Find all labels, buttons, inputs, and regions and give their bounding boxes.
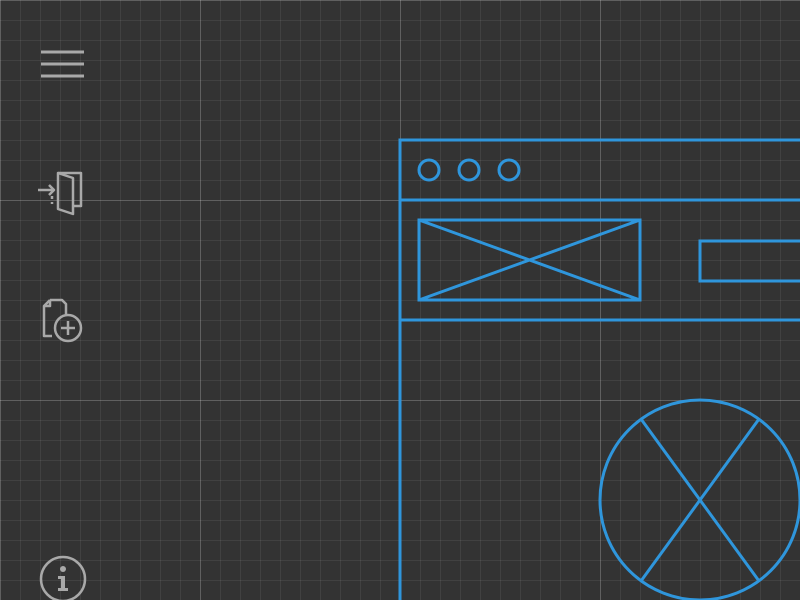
window-frame (398, 138, 800, 600)
new-file-icon (42, 298, 83, 343)
window-dot-2 (457, 158, 481, 182)
menu-button[interactable] (36, 38, 90, 92)
text-field-placeholder (698, 239, 800, 283)
info-icon (39, 555, 87, 600)
info-button[interactable] (36, 550, 90, 600)
wireframe-illustration (398, 138, 800, 600)
new-file-button[interactable] (36, 292, 90, 346)
window-dot-1 (417, 158, 441, 182)
menu-icon (41, 50, 84, 78)
canvas-background (0, 0, 800, 600)
circle-image-placeholder (598, 398, 800, 600)
image-placeholder (417, 218, 642, 302)
sign-in-icon (38, 171, 83, 216)
window-dot-3 (497, 158, 521, 182)
sign-in-button[interactable] (36, 164, 90, 218)
